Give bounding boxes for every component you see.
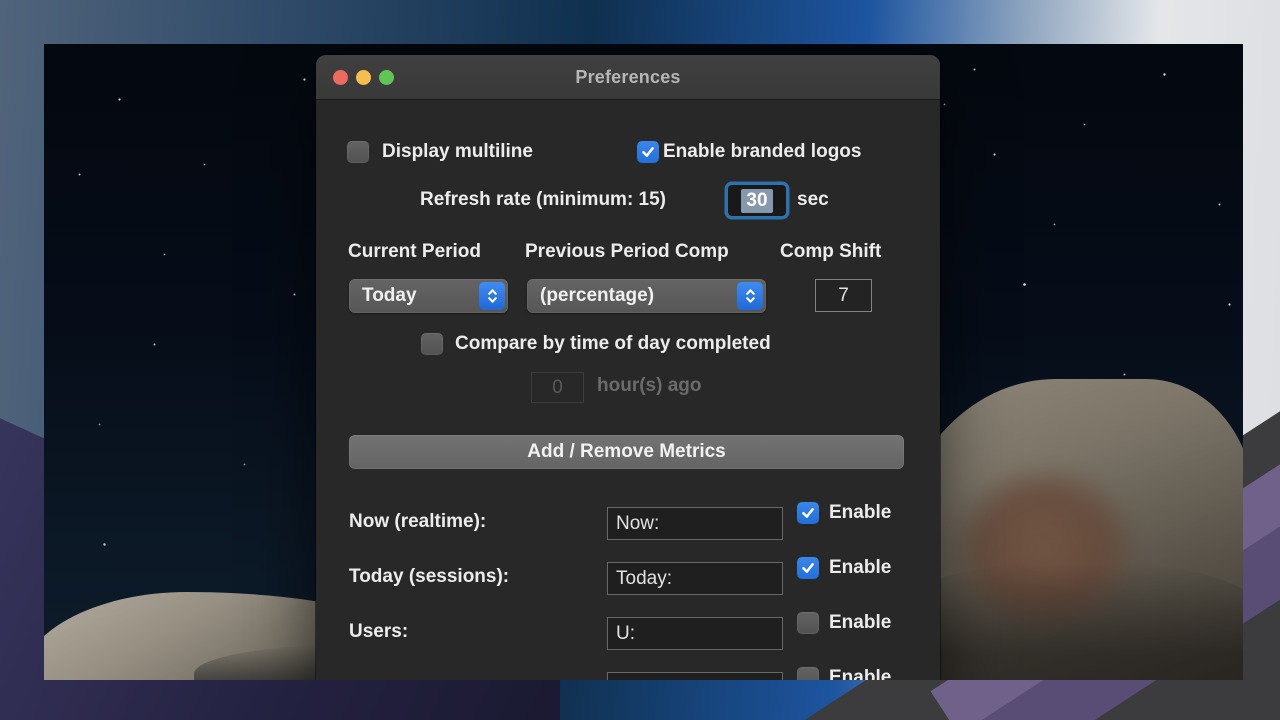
metric-label: Users: — [349, 621, 409, 642]
enable-checkbox[interactable] — [797, 667, 819, 680]
hours-ago-input — [531, 372, 584, 403]
metric-row-now: Now (realtime): Enable — [316, 502, 940, 544]
current-period-popup[interactable]: Today — [349, 279, 508, 313]
enable-checkbox[interactable] — [797, 557, 819, 579]
branded-logos-checkbox[interactable] — [637, 141, 659, 163]
comp-shift-header: Comp Shift — [780, 241, 882, 262]
window-titlebar[interactable]: Preferences — [316, 55, 940, 100]
current-period-value: Today — [362, 285, 417, 306]
metric-prefix-input[interactable] — [607, 617, 783, 650]
compare-by-time-checkbox[interactable] — [421, 333, 443, 355]
enable-checkbox[interactable] — [797, 612, 819, 634]
checkmark-icon — [802, 508, 814, 518]
rock-shadow — [894, 564, 1243, 680]
current-period-header: Current Period — [348, 241, 482, 262]
comp-shift-input[interactable] — [815, 279, 872, 312]
window-title: Preferences — [575, 67, 681, 87]
refresh-rate-label: Refresh rate (minimum: 15) — [420, 189, 667, 210]
previous-period-comp-header: Previous Period Comp — [525, 241, 729, 262]
previous-period-comp-value: (percentage) — [540, 285, 655, 306]
metric-label: Today (sessions): — [349, 566, 510, 587]
starfield — [44, 44, 45, 45]
refresh-rate-selected-value: 30 — [741, 188, 773, 213]
enable-label: Enable — [829, 502, 892, 523]
metric-prefix-input[interactable] — [607, 562, 783, 595]
enable-label: Enable — [829, 667, 892, 680]
enable-label: Enable — [829, 557, 892, 578]
display-multiline-checkbox[interactable] — [347, 141, 369, 163]
previous-period-comp-popup[interactable]: (percentage) — [527, 279, 766, 313]
desktop-wallpaper: Preferences Display multiline Enable bra… — [44, 44, 1243, 680]
checkmark-icon — [642, 147, 654, 157]
metric-row-users: Users: Enable — [316, 612, 940, 654]
enable-checkbox[interactable] — [797, 502, 819, 524]
branded-logos-label: Enable branded logos — [663, 141, 862, 162]
preferences-window: Preferences Display multiline Enable bra… — [316, 55, 940, 680]
checkmark-icon — [802, 563, 814, 573]
refresh-rate-input[interactable]: 30 — [728, 185, 786, 216]
enable-label: Enable — [829, 612, 892, 633]
refresh-rate-unit: sec — [797, 189, 829, 210]
metric-prefix-input[interactable] — [607, 507, 783, 540]
metric-prefix-input[interactable] — [607, 672, 783, 680]
metric-row-partial: Enable — [316, 667, 940, 680]
add-remove-metrics-button[interactable]: Add / Remove Metrics — [349, 435, 904, 469]
display-multiline-label: Display multiline — [382, 141, 533, 162]
metric-row-today: Today (sessions): Enable — [316, 557, 940, 599]
up-down-chevrons-icon — [479, 282, 505, 310]
up-down-chevrons-icon — [737, 282, 763, 310]
metric-label: Now (realtime): — [349, 511, 487, 532]
compare-by-time-label: Compare by time of day completed — [455, 333, 771, 354]
hours-ago-unit: hour(s) ago — [597, 375, 702, 396]
